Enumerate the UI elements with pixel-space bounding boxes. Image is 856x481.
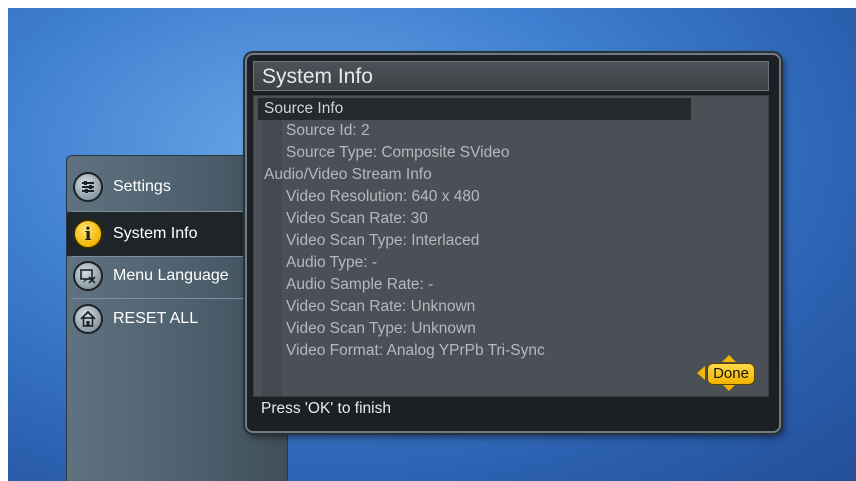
info-icon: i (73, 219, 103, 249)
footer-hint: Press 'OK' to finish (253, 397, 769, 421)
list-item: Audio Type: - (286, 254, 378, 271)
dialog-title: System Info (253, 61, 769, 91)
arrow-up-icon (722, 355, 736, 362)
list-item: Source Id: 2 (286, 122, 370, 139)
screen-background: Settings i System Info Menu Language RES… (8, 8, 856, 481)
language-icon (73, 261, 103, 291)
menu-item-label: RESET ALL (113, 310, 199, 327)
list-item-section[interactable]: Audio/Video Stream Info (264, 164, 432, 186)
list-item: Video Scan Type: Unknown (286, 320, 476, 337)
scrollbar[interactable] (262, 114, 282, 396)
list-item: Video Scan Type: Interlaced (286, 232, 480, 249)
settings-sliders-icon (73, 172, 103, 202)
list-item: Video Resolution: 640 x 480 (286, 188, 480, 205)
home-reset-icon (73, 304, 103, 334)
menu-item-label: System Info (113, 225, 198, 242)
done-button[interactable]: Done (707, 363, 755, 385)
system-info-dialog: System Info Source Info Source Id: 2 Sou… (245, 53, 781, 433)
list-item: Video Scan Rate: 30 (286, 210, 428, 227)
done-control[interactable]: Done (695, 355, 757, 391)
list-item: Video Format: Analog YPrPb Tri-Sync (286, 342, 545, 359)
list-item: Audio Sample Rate: - (286, 276, 434, 293)
list-item: Source Type: Composite SVideo (286, 144, 510, 161)
list-item: Video Scan Rate: Unknown (286, 298, 476, 315)
list-item-selected[interactable]: Source Info (258, 98, 691, 120)
arrow-down-icon (722, 384, 736, 391)
menu-item-label: Menu Language (113, 267, 229, 284)
menu-item-label: Settings (113, 178, 171, 195)
info-list: Source Info Source Id: 2 Source Type: Co… (253, 95, 769, 397)
arrow-left-icon (697, 366, 705, 380)
